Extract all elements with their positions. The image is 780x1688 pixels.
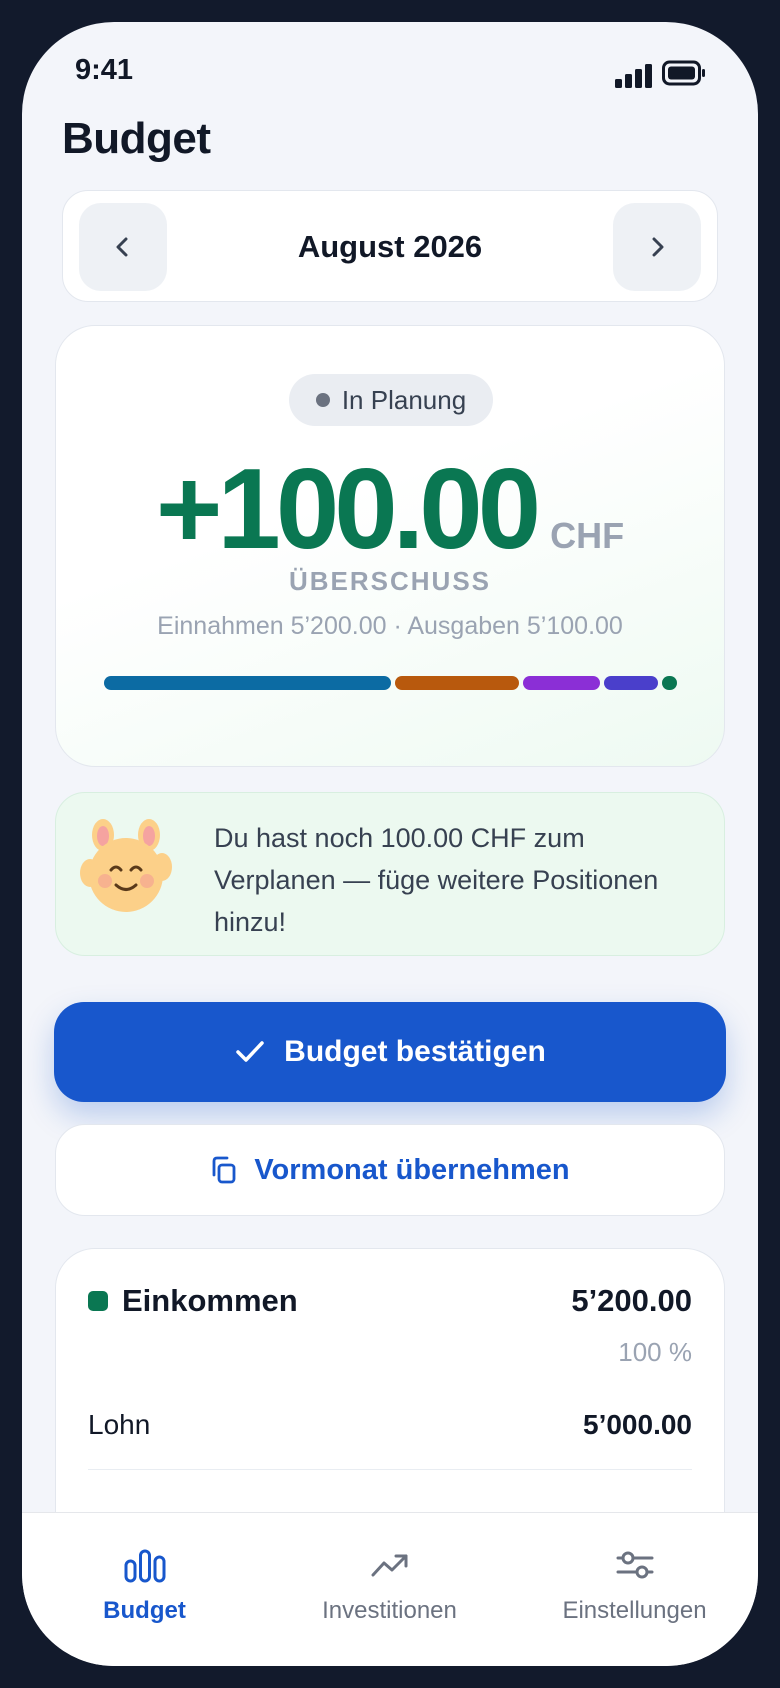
status-dot: [315, 393, 330, 407]
chevron-right-icon: [652, 237, 664, 257]
surplus-label: ÜBERSCHUSS: [288, 566, 492, 596]
category-color-dot: [88, 1291, 108, 1311]
allocation-bar-segment: [104, 676, 391, 690]
checkmark-icon: [236, 1041, 264, 1062]
month-selector: August 2026: [62, 190, 718, 302]
surplus-amount-row: +100.00 CHF: [56, 444, 724, 575]
copy-icon: [212, 1156, 236, 1184]
copy-previous-month-label: Vormonat übernehmen: [254, 1153, 570, 1186]
category-name: Einkommen: [122, 1283, 298, 1318]
category-total: 5’200.00: [571, 1283, 692, 1318]
tab-budget[interactable]: Budget: [22, 1513, 267, 1643]
status-time: 9:41: [75, 54, 134, 86]
status-badge: In Planung: [289, 374, 493, 426]
tab-investitionen[interactable]: Investitionen: [267, 1513, 512, 1643]
copy-previous-month-button[interactable]: Vormonat übernehmen: [55, 1124, 725, 1216]
line-item-label[interactable]: Lohn: [88, 1409, 150, 1441]
next-month-button[interactable]: [613, 203, 701, 291]
currency-label: CHF: [550, 515, 625, 556]
page-title: Budget: [62, 114, 211, 163]
signal-icon: [615, 64, 652, 88]
confirm-budget-button[interactable]: Budget bestätigen: [54, 1002, 726, 1102]
bar-chart-icon: [124, 1549, 165, 1583]
category-percent: 100 %: [618, 1337, 692, 1367]
budget-summary-card: In Planung +100.00 CHF ÜBERSCHUSS Einnahm…: [55, 325, 725, 767]
sliders-icon: [616, 1551, 653, 1579]
surplus-amount: +100.00: [155, 446, 541, 573]
tab-investitionen-label: Investitionen: [322, 1597, 457, 1624]
allocation-bar-segment: [394, 676, 520, 690]
income-category-card: Einkommen 5’200.00 100 % Lohn 5’000.00: [55, 1248, 725, 1548]
tip-card: Du hast noch 100.00 CHF zum Verplanen — …: [55, 792, 725, 956]
tab-bar: Budget Investitionen Einstellungen: [22, 1512, 758, 1666]
tip-text: Du hast noch 100.00 CHF zum Verplanen — …: [214, 823, 659, 937]
confirm-budget-label: Budget bestätigen: [284, 1035, 546, 1068]
income-expense-summary: Einnahmen 5’200.00 · Ausgaben 5’100.00: [157, 612, 623, 640]
allocation-bar-segment: [662, 676, 677, 690]
line-item-amount: 5’000.00: [583, 1409, 692, 1440]
item-divider: [88, 1469, 692, 1470]
allocation-bar: [104, 676, 677, 690]
trending-up-icon: [371, 1554, 407, 1577]
battery-icon: [662, 60, 705, 86]
mascot-icon: [80, 819, 172, 912]
status-text: In Planung: [341, 384, 467, 415]
tab-einstellungen[interactable]: Einstellungen: [512, 1513, 757, 1643]
phone-screen: 9:41 Budget August 2026 In Planung +100.…: [22, 22, 758, 1666]
tab-budget-label: Budget: [103, 1597, 186, 1624]
allocation-bar-segment: [523, 676, 601, 690]
allocation-bar-segment: [604, 676, 659, 690]
tab-einstellungen-label: Einstellungen: [562, 1597, 707, 1624]
